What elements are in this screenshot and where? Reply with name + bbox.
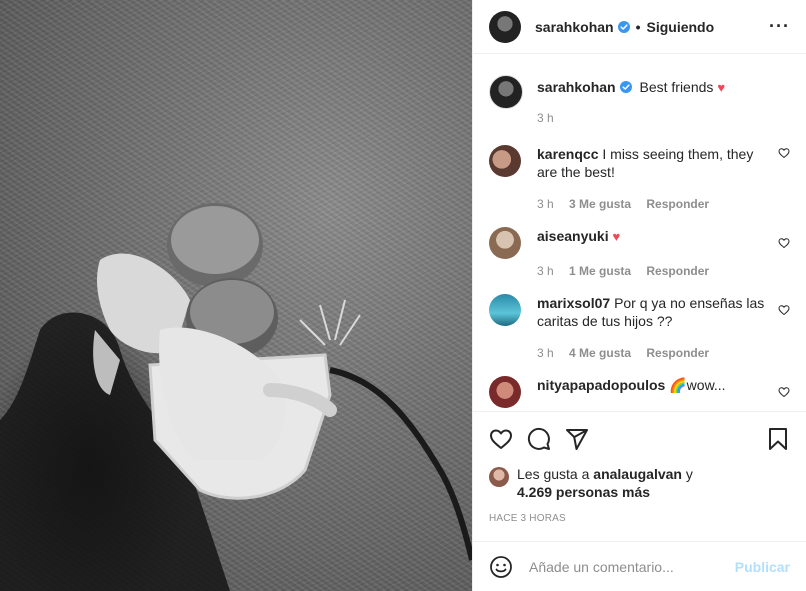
reply-button[interactable]: Responder bbox=[646, 264, 709, 278]
caption-text: Best friends bbox=[639, 79, 714, 95]
comment-item: karenqcc I miss seeing them, they are th… bbox=[489, 145, 790, 213]
separator-dot: • bbox=[635, 18, 641, 35]
comments-list[interactable]: sarahkohan Best friends ♥ 3 h karenqcc I… bbox=[473, 55, 806, 410]
comment-text: 🌈wow... bbox=[669, 377, 726, 393]
caption-username[interactable]: sarahkohan bbox=[537, 79, 616, 95]
commenter-avatar[interactable] bbox=[489, 294, 521, 326]
action-bar bbox=[473, 411, 806, 465]
like-comment-heart-icon[interactable] bbox=[778, 237, 790, 249]
author-avatar[interactable] bbox=[489, 10, 521, 43]
more-horizontal-icon[interactable]: ··· bbox=[769, 16, 790, 37]
likes-summary: Les gusta a analaugalvan y 4.269 persona… bbox=[489, 465, 790, 501]
author-username[interactable]: sarahkohan bbox=[535, 19, 614, 35]
emoji-icon[interactable] bbox=[489, 555, 513, 579]
post-photo[interactable] bbox=[0, 0, 472, 591]
red-heart-icon: ♥ bbox=[717, 80, 726, 95]
reply-button[interactable]: Responder bbox=[646, 346, 709, 360]
comment-bubble-icon[interactable] bbox=[527, 427, 551, 451]
commenter-avatar[interactable] bbox=[489, 145, 521, 177]
comment-item: nityapapadopoulos 🌈wow... bbox=[489, 376, 790, 408]
reply-button[interactable]: Responder bbox=[646, 197, 709, 211]
commenter-avatar[interactable] bbox=[489, 227, 521, 259]
comment-time[interactable]: 3 h bbox=[537, 264, 554, 278]
like-heart-icon[interactable] bbox=[489, 427, 513, 451]
liker-avatar[interactable] bbox=[489, 467, 509, 487]
post-header: sarahkohan • Siguiendo ··· bbox=[473, 0, 806, 54]
caption-time[interactable]: 3 h bbox=[537, 111, 554, 125]
comment-username[interactable]: karenqcc bbox=[537, 146, 598, 162]
comment-username[interactable]: aiseanyuki bbox=[537, 228, 609, 244]
caption: sarahkohan Best friends ♥ 3 h bbox=[489, 75, 790, 127]
like-comment-heart-icon[interactable] bbox=[778, 304, 790, 316]
verified-badge-icon bbox=[619, 81, 632, 93]
comment-item: aiseanyuki ♥ 3 h 1 Me gusta Responder bbox=[489, 227, 790, 280]
comment-username[interactable]: marixsol07 bbox=[537, 295, 610, 311]
share-direct-icon[interactable] bbox=[565, 427, 589, 451]
comment-likes[interactable]: 3 Me gusta bbox=[569, 197, 631, 211]
comment-likes[interactable]: 4 Me gusta bbox=[569, 346, 631, 360]
comment-likes[interactable]: 1 Me gusta bbox=[569, 264, 631, 278]
comment-input[interactable]: Añade un comentario... bbox=[529, 559, 735, 575]
like-comment-heart-icon[interactable] bbox=[778, 386, 790, 398]
photo-scene bbox=[0, 203, 472, 591]
verified-badge-icon bbox=[617, 20, 630, 33]
post-comment-button[interactable]: Publicar bbox=[735, 559, 790, 575]
comment-time[interactable]: 3 h bbox=[537, 197, 554, 211]
post-panel: sarahkohan • Siguiendo ··· sarahkohan Be… bbox=[472, 0, 806, 591]
likes-prefix: Les gusta a bbox=[517, 466, 590, 482]
red-heart-icon: ♥ bbox=[612, 229, 621, 244]
comment-item: marixsol07 Por q ya no enseñas las carit… bbox=[489, 294, 790, 362]
likes-joiner: y bbox=[685, 466, 693, 482]
likes-count-link[interactable]: 4.269 personas más bbox=[517, 484, 650, 500]
like-comment-heart-icon[interactable] bbox=[778, 147, 790, 159]
comment-time[interactable]: 3 h bbox=[537, 346, 554, 360]
add-comment-bar: Añade un comentario... Publicar bbox=[473, 541, 806, 591]
following-button[interactable]: Siguiendo bbox=[647, 19, 715, 35]
commenter-avatar[interactable] bbox=[489, 376, 521, 408]
bookmark-icon[interactable] bbox=[766, 427, 790, 451]
caption-avatar[interactable] bbox=[489, 75, 523, 109]
liker-username[interactable]: analaugalvan bbox=[593, 466, 682, 482]
comment-username[interactable]: nityapapadopoulos bbox=[537, 377, 665, 393]
post-time-ago[interactable]: HACE 3 HORAS bbox=[489, 513, 566, 524]
